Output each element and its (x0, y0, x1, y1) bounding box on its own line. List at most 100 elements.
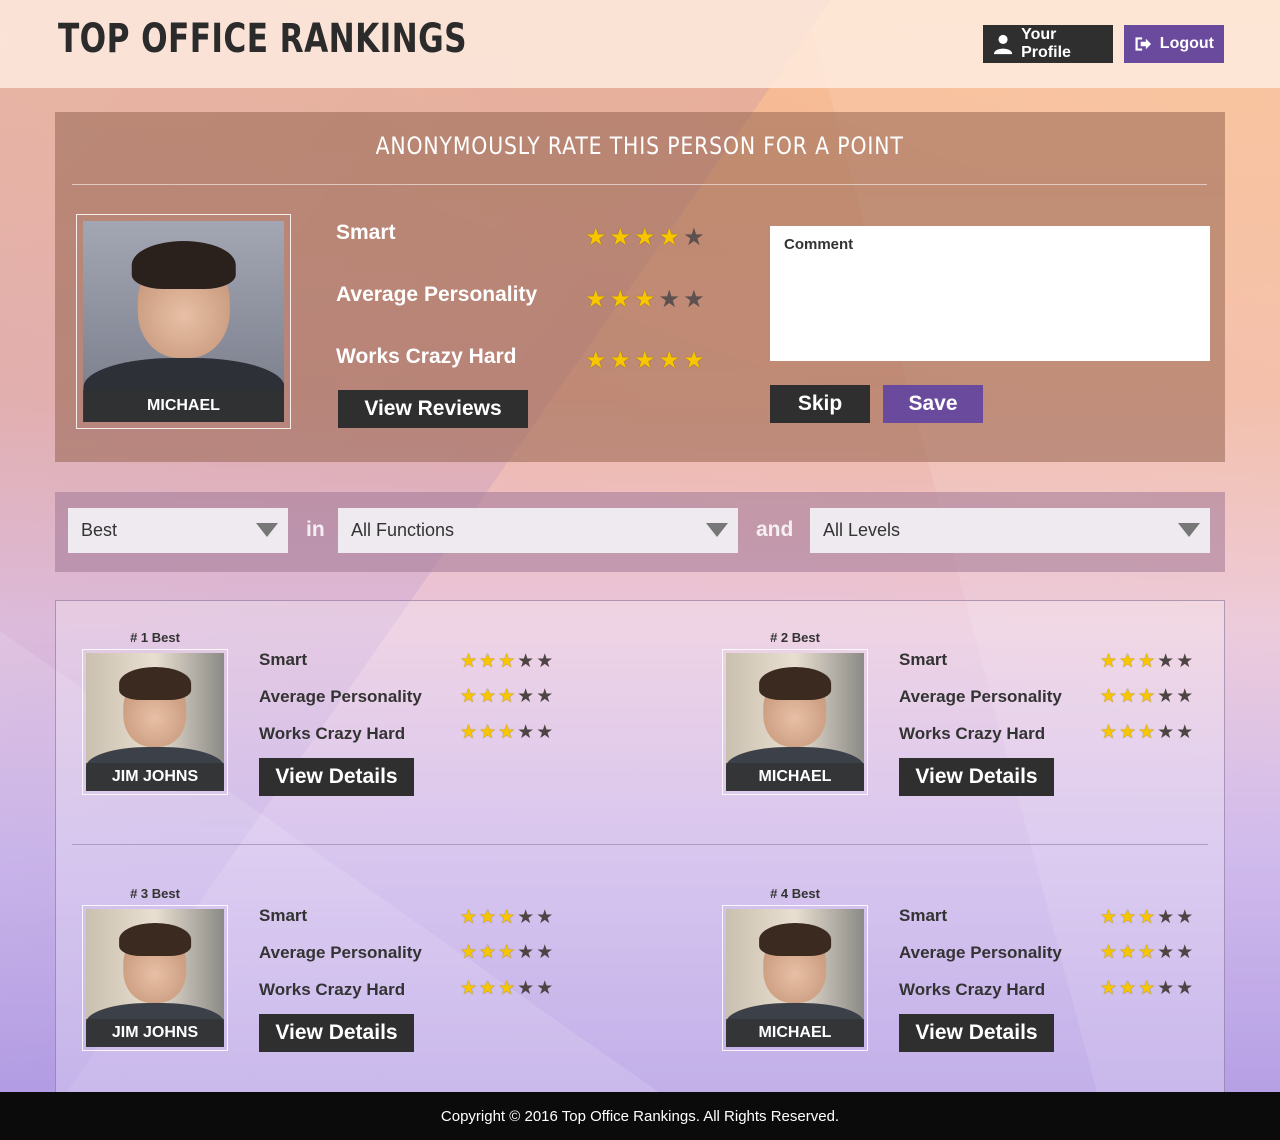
score-stars-personality: ★ ★ ★ ★ ★ (460, 687, 553, 706)
star-icon[interactable]: ★ (634, 348, 656, 372)
function-select[interactable]: All Functions (338, 508, 738, 553)
star-icon: ★ (1100, 906, 1118, 928)
logout-label: Logout (1159, 35, 1214, 52)
save-button[interactable]: Save (883, 385, 983, 423)
avatar: JIM JOHNS (86, 909, 224, 1047)
star-icon[interactable]: ★ (634, 287, 656, 311)
chevron-down-icon (706, 523, 728, 537)
site-title: TOP OFFICE RANKINGS (58, 16, 468, 62)
level-select-value: All Levels (823, 520, 901, 540)
ranking-photo-frame: MICHAEL (722, 905, 868, 1051)
star-icon: ★ (1176, 650, 1194, 672)
person-name: MICHAEL (726, 763, 864, 791)
star-icon: ★ (479, 721, 497, 743)
filter-word-and: and (756, 518, 794, 541)
star-icon: ★ (517, 721, 535, 743)
star-icon: ★ (1157, 941, 1175, 963)
ranking-photo-frame: JIM JOHNS (82, 905, 228, 1051)
rankings-panel: # 1 Best JIM JOHNS Smart Average Persona… (55, 600, 1225, 1100)
view-details-button[interactable]: View Details (259, 758, 414, 796)
star-icon[interactable]: ★ (634, 225, 656, 249)
star-icon: ★ (1157, 685, 1175, 707)
criterion-label-works-hard: Works Crazy Hard (899, 980, 1046, 999)
star-icon: ★ (517, 685, 535, 707)
filter-word-in: in (306, 518, 325, 541)
star-icon: ★ (498, 941, 516, 963)
star-icon[interactable]: ★ (585, 225, 607, 249)
header: TOP OFFICE RANKINGS Your Profile Logout (0, 0, 1280, 88)
criterion-label-works-hard: Works Crazy Hard (899, 724, 1046, 743)
star-icon: ★ (479, 650, 497, 672)
sort-select[interactable]: Best (68, 508, 288, 553)
view-details-button[interactable]: View Details (899, 758, 1054, 796)
skip-button[interactable]: Skip (770, 385, 870, 423)
your-profile-button[interactable]: Your Profile (983, 25, 1113, 63)
star-icon: ★ (479, 685, 497, 707)
star-icon: ★ (1138, 941, 1156, 963)
score-stars-works-hard: ★ ★ ★ ★ ★ (460, 979, 553, 998)
level-select[interactable]: All Levels (810, 508, 1210, 553)
view-reviews-button[interactable]: View Reviews (338, 390, 528, 428)
score-stars-smart: ★ ★ ★ ★ ★ (1100, 652, 1193, 671)
star-icon[interactable]: ★ (683, 287, 705, 311)
rating-stars-works-hard[interactable]: ★ ★ ★ ★ ★ (585, 348, 705, 372)
star-icon: ★ (1176, 721, 1194, 743)
score-stars-smart: ★ ★ ★ ★ ★ (460, 652, 553, 671)
avatar: JIM JOHNS (86, 653, 224, 791)
star-icon: ★ (479, 906, 497, 928)
score-stars-works-hard: ★ ★ ★ ★ ★ (1100, 979, 1193, 998)
rank-label: # 1 Best (130, 630, 180, 645)
star-icon[interactable]: ★ (659, 348, 681, 372)
comment-field[interactable] (770, 226, 1210, 361)
rate-panel: ANONYMOUSLY RATE THIS PERSON FOR A POINT… (55, 112, 1225, 462)
star-icon: ★ (536, 650, 554, 672)
star-icon: ★ (1176, 977, 1194, 999)
criterion-label-smart: Smart (336, 221, 396, 244)
score-stars-smart: ★ ★ ★ ★ ★ (460, 908, 553, 927)
star-icon: ★ (1100, 941, 1118, 963)
star-icon: ★ (460, 941, 478, 963)
rating-stars-personality[interactable]: ★ ★ ★ ★ ★ (585, 287, 705, 311)
star-icon: ★ (517, 650, 535, 672)
criterion-label-personality: Average Personality (899, 943, 1062, 962)
person-name: JIM JOHNS (86, 1019, 224, 1047)
avatar: MICHAEL (83, 221, 284, 422)
logout-button[interactable]: Logout (1124, 25, 1224, 63)
star-icon[interactable]: ★ (610, 348, 632, 372)
footer: Copyright © 2016 Top Office Rankings. Al… (0, 1092, 1280, 1140)
star-icon: ★ (1157, 721, 1175, 743)
star-icon: ★ (498, 977, 516, 999)
star-icon: ★ (1119, 685, 1137, 707)
score-stars-personality: ★ ★ ★ ★ ★ (460, 943, 553, 962)
star-icon[interactable]: ★ (585, 348, 607, 372)
star-icon: ★ (460, 977, 478, 999)
rank-label: # 4 Best (770, 886, 820, 901)
star-icon[interactable]: ★ (683, 225, 705, 249)
star-icon[interactable]: ★ (659, 225, 681, 249)
star-icon: ★ (1119, 721, 1137, 743)
ranking-photo-frame: JIM JOHNS (82, 649, 228, 795)
star-icon: ★ (517, 977, 535, 999)
star-icon: ★ (1138, 906, 1156, 928)
view-details-button[interactable]: View Details (259, 1014, 414, 1052)
rating-stars-smart[interactable]: ★ ★ ★ ★ ★ (585, 225, 705, 249)
star-icon: ★ (1100, 721, 1118, 743)
score-stars-personality: ★ ★ ★ ★ ★ (1100, 687, 1193, 706)
star-icon: ★ (536, 721, 554, 743)
star-icon[interactable]: ★ (610, 287, 632, 311)
sort-select-value: Best (81, 520, 118, 540)
star-icon: ★ (1176, 685, 1194, 707)
star-icon: ★ (1138, 685, 1156, 707)
star-icon: ★ (1119, 941, 1137, 963)
your-profile-label: Your Profile (1021, 26, 1071, 61)
star-icon[interactable]: ★ (659, 287, 681, 311)
star-icon: ★ (498, 906, 516, 928)
star-icon[interactable]: ★ (585, 287, 607, 311)
person-name: JIM JOHNS (86, 763, 224, 791)
view-details-button[interactable]: View Details (899, 1014, 1054, 1052)
star-icon[interactable]: ★ (683, 348, 705, 372)
star-icon: ★ (498, 685, 516, 707)
star-icon[interactable]: ★ (610, 225, 632, 249)
star-icon: ★ (1176, 906, 1194, 928)
star-icon: ★ (498, 650, 516, 672)
